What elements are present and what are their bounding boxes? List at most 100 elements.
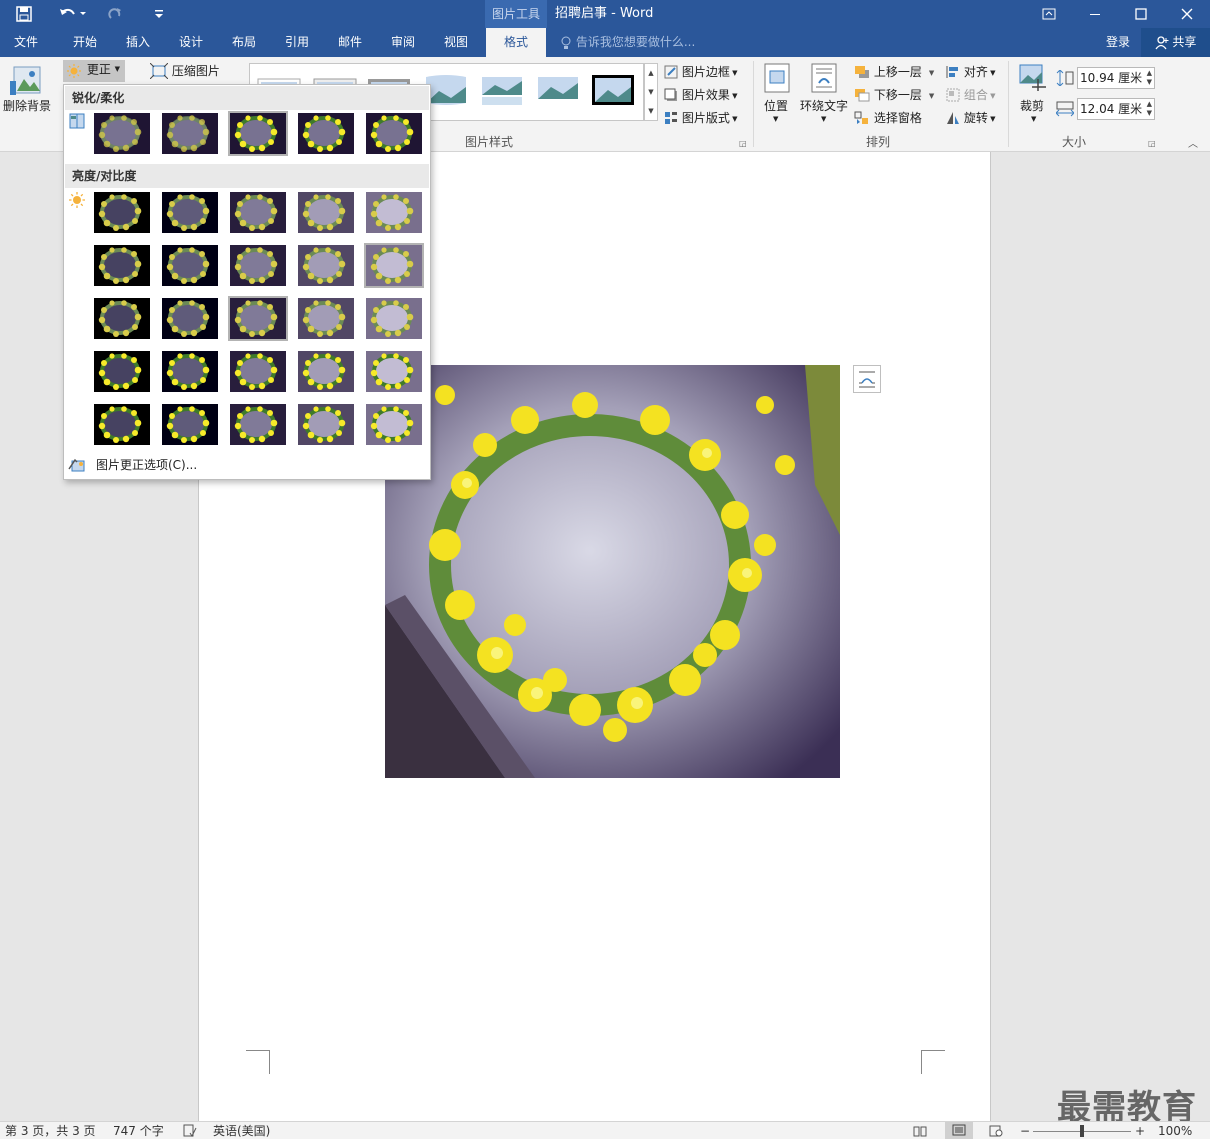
brightness-contrast-option[interactable] [364,190,424,235]
close-icon[interactable] [1164,0,1210,28]
tab-view[interactable]: 视图 [431,28,481,57]
proofing-icon[interactable] [183,1124,197,1139]
picture-style-5[interactable] [479,73,525,107]
save-icon[interactable] [12,3,36,25]
sharpen-option[interactable] [296,111,356,156]
picture-effects-button[interactable]: 图片效果 ▼ [664,86,737,103]
sharpen-option[interactable] [364,111,424,156]
corrections-button[interactable]: 更正 ▼ [63,60,125,82]
brightness-contrast-option[interactable] [296,243,356,288]
brightness-contrast-option[interactable] [160,243,220,288]
restore-ribbon-icon[interactable] [1026,0,1072,28]
sharpen-option[interactable] [160,111,220,156]
width-input[interactable]: 12.04 厘米 ▲ ▼ [1077,98,1155,120]
zoom-in-icon[interactable]: + [1135,1122,1145,1139]
picture-layout-button[interactable]: 图片版式 ▼ [664,109,737,126]
tab-layout[interactable]: 布局 [219,28,269,57]
position-button[interactable]: 位置 [764,97,788,114]
size-group-label: 大小 [1062,135,1087,149]
dialog-launcher-icon[interactable]: ◲ [739,139,747,148]
brightness-contrast-option[interactable] [160,349,220,394]
brightness-contrast-option[interactable] [228,402,288,447]
brightness-contrast-option[interactable] [228,243,288,288]
remove-background-button[interactable]: 删除背景 [3,97,51,114]
spinner-arrows-icon[interactable]: ▲ ▼ [1147,69,1152,87]
page-count[interactable]: 第 3 页，共 3 页 [5,1122,96,1139]
wrap-text-button[interactable]: 环绕文字 [800,97,848,114]
corrections-label: 更正 [86,62,111,77]
tab-insert[interactable]: 插入 [113,28,163,57]
wrap-text-icon[interactable] [811,63,837,96]
maximize-icon[interactable] [1118,0,1164,28]
language-indicator[interactable]: 英语(美国) [213,1122,270,1139]
brightness-contrast-option[interactable] [296,402,356,447]
brightness-contrast-option[interactable] [160,296,220,341]
brightness-contrast-option[interactable] [160,402,220,447]
tab-home[interactable]: 开始 [60,28,110,57]
tab-format[interactable]: 格式 [486,28,546,57]
brightness-contrast-option[interactable] [92,349,152,394]
position-icon[interactable] [764,63,790,96]
tab-mailings[interactable]: 邮件 [325,28,375,57]
gallery-scroll[interactable]: ▲ ▼ ▼ [644,63,658,121]
minimize-icon[interactable] [1072,0,1118,28]
brightness-contrast-option[interactable] [92,296,152,341]
brightness-contrast-option[interactable] [160,190,220,235]
brightness-contrast-option[interactable] [364,296,424,341]
rotate-button[interactable]: 旋转 ▼ [946,109,995,126]
dialog-launcher-icon[interactable]: ◲ [1148,139,1156,148]
zoom-out-icon[interactable]: − [1020,1122,1030,1139]
selection-pane-button[interactable]: 选择窗格 [854,109,922,126]
brightness-contrast-option[interactable] [296,190,356,235]
picture-style-7[interactable] [590,73,636,107]
brightness-contrast-option[interactable] [364,243,424,288]
picture-border-button[interactable]: 图片边框 ▼ [664,63,737,80]
group-button[interactable]: 组合 ▼ [946,86,995,103]
brightness-contrast-option[interactable] [92,190,152,235]
brightness-contrast-option[interactable] [296,296,356,341]
flower-wreath-photo[interactable] [385,365,840,778]
person-icon [1155,35,1169,49]
picture-style-6[interactable] [535,73,581,107]
sharpen-option[interactable] [92,111,152,156]
picture-correction-options-link[interactable]: 图片更正选项(C)... [96,457,197,473]
brightness-contrast-option[interactable] [92,243,152,288]
zoom-level[interactable]: 100% [1158,1122,1192,1139]
collapse-ribbon-icon[interactable]: ︿ [1188,135,1198,150]
align-button[interactable]: 对齐 ▼ [946,63,995,80]
spinner-arrows-icon[interactable]: ▲ ▼ [1147,100,1152,118]
layout-options-button[interactable] [853,365,881,393]
zoom-slider-thumb[interactable] [1080,1125,1084,1137]
height-value: 10.94 厘米 [1080,71,1143,85]
tab-references[interactable]: 引用 [272,28,322,57]
crop-icon[interactable] [1018,63,1048,96]
web-layout-icon[interactable] [989,1124,1003,1139]
brightness-contrast-option[interactable] [228,190,288,235]
tab-design[interactable]: 设计 [166,28,216,57]
bring-forward-button[interactable]: 上移一层 ▼ [854,63,934,80]
share-button[interactable]: 共享 [1141,28,1210,57]
tell-me-box[interactable]: 告诉我您想要做什么... [560,28,695,57]
tab-review[interactable]: 审阅 [378,28,428,57]
brightness-contrast-option[interactable] [364,402,424,447]
login-link[interactable]: 登录 [1106,28,1130,57]
print-layout-icon[interactable] [945,1122,973,1139]
brightness-contrast-option[interactable] [364,349,424,394]
send-backward-button[interactable]: 下移一层 ▼ [854,86,934,103]
read-mode-icon[interactable] [913,1124,927,1139]
layout-icon [665,111,677,124]
customize-icon[interactable] [150,3,168,25]
word-count[interactable]: 747 个字 [113,1122,164,1139]
crop-button[interactable]: 裁剪 [1020,97,1044,114]
compress-pictures-button[interactable]: 压缩图片 [150,62,220,79]
redo-icon[interactable] [104,3,126,25]
brightness-contrast-option[interactable] [92,402,152,447]
brightness-contrast-option[interactable] [228,349,288,394]
brightness-contrast-option[interactable] [296,349,356,394]
picture-tools-label: 图片工具 [485,0,547,28]
height-input[interactable]: 10.94 厘米 ▲ ▼ [1077,67,1155,89]
tab-file[interactable]: 文件 [0,28,52,57]
brightness-contrast-option[interactable] [228,296,288,341]
undo-icon[interactable] [56,3,90,25]
sharpen-option[interactable] [228,111,288,156]
